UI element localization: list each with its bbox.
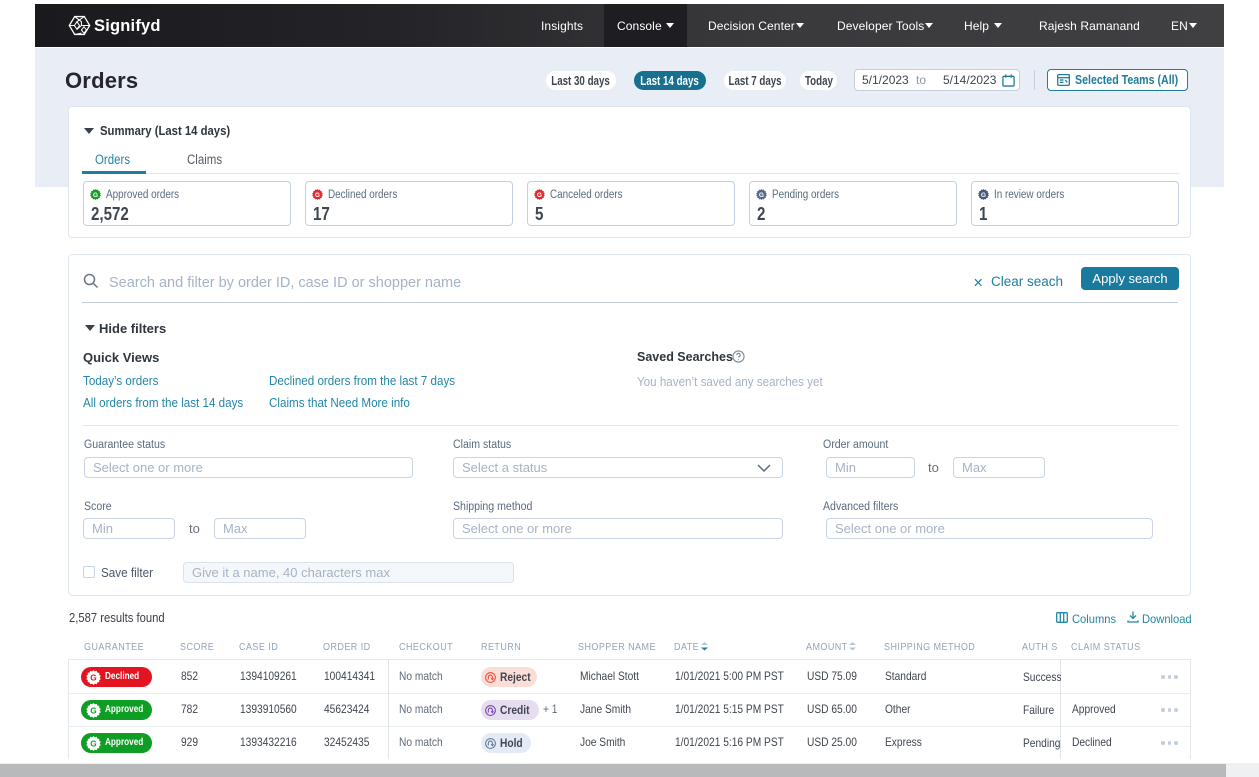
svg-text:G: G (315, 192, 320, 199)
svg-text:G: G (90, 706, 96, 715)
svg-text:G: G (759, 192, 764, 199)
svg-text:G: G (93, 192, 98, 199)
svg-text:G: G (537, 192, 542, 199)
svg-text:G: G (90, 673, 96, 682)
svg-text:G: G (90, 739, 96, 748)
svg-text:G: G (981, 192, 986, 199)
